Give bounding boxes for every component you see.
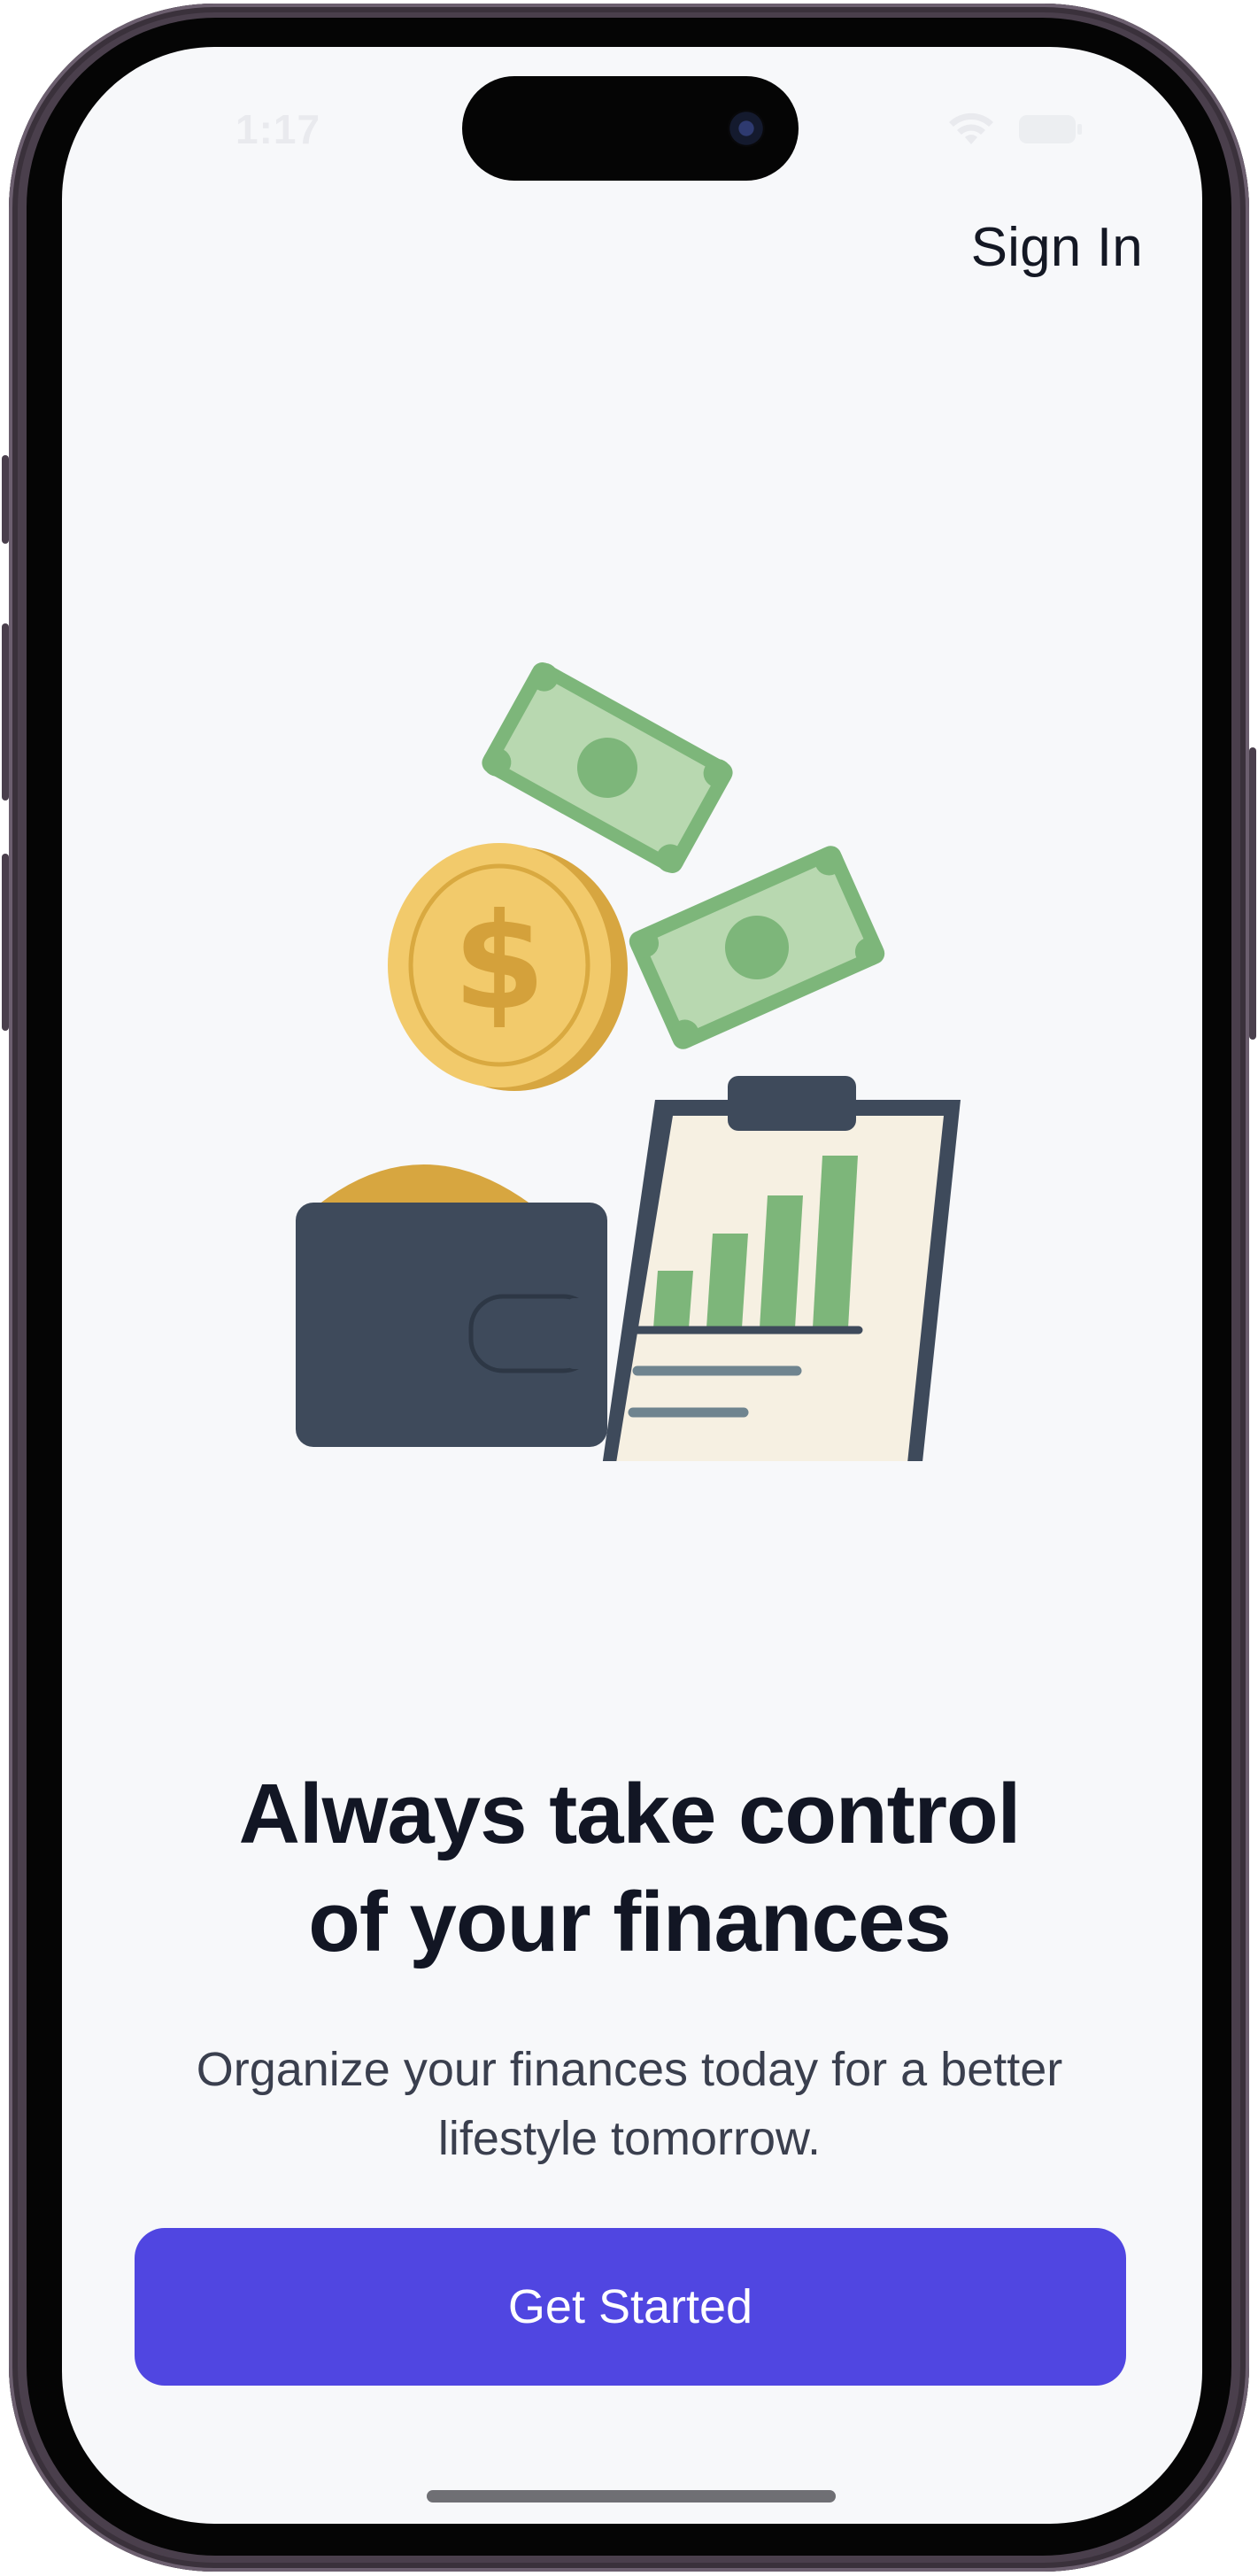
action-button <box>2 455 9 544</box>
camera-icon <box>728 110 765 147</box>
subtitle-line: Organize your finances today for a bette… <box>196 2043 1063 2096</box>
battery-icon <box>1019 115 1082 143</box>
clipboard-chart-icon <box>602 1076 961 1461</box>
wallet-icon <box>296 1164 607 1447</box>
dollar-coin-icon: $ <box>388 843 628 1091</box>
get-started-button[interactable]: Get Started <box>135 2228 1126 2386</box>
app-screen: 1:17 Sign In $ Always take control of yo… <box>62 47 1202 2524</box>
status-time: 1:17 <box>235 106 321 152</box>
subtitle: Organize your finances today for a bette… <box>133 2035 1126 2173</box>
volume-down-button <box>2 854 9 1031</box>
volume-up-button <box>2 623 9 801</box>
sign-in-link[interactable]: Sign In <box>971 216 1143 279</box>
subtitle-line: lifestyle tomorrow. <box>437 2112 822 2165</box>
dynamic-island <box>462 76 799 181</box>
headline-line: of your finances <box>308 1875 951 1969</box>
home-indicator[interactable] <box>427 2490 836 2503</box>
wifi-icon <box>949 112 993 144</box>
svg-text:$: $ <box>453 886 545 1040</box>
money-bill-icon <box>629 846 885 1049</box>
headline-line: Always take control <box>238 1767 1022 1861</box>
finance-illustration: $ <box>296 662 961 1461</box>
headline: Always take control of your finances <box>97 1760 1162 1976</box>
power-button <box>1249 747 1256 1040</box>
